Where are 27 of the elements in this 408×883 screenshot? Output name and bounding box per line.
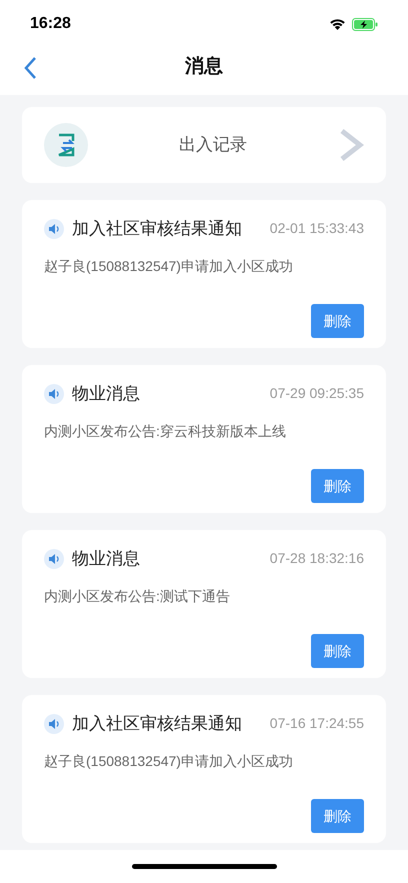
speaker-icon [44, 548, 64, 569]
delete-button[interactable]: 删除 [311, 799, 364, 833]
delete-button[interactable]: 删除 [311, 469, 364, 503]
speaker-icon [44, 714, 64, 734]
chevron-right-icon [338, 128, 364, 162]
message-time: 07-16 17:24:55 [270, 714, 364, 734]
message-title: 物业消息 [72, 548, 140, 570]
message-body: 赵子良(15088132547)申请加入小区成功 [44, 752, 294, 771]
message-body: 内测小区发布公告:测试下通告 [44, 586, 231, 606]
entry-record-card[interactable]: 出入记录 [22, 107, 386, 183]
message-title: 物业消息 [72, 383, 140, 405]
battery-icon [352, 18, 378, 30]
message-time: 02-01 15:33:43 [270, 219, 364, 238]
speaker-icon [44, 384, 64, 404]
delete-button[interactable]: 删除 [311, 634, 364, 668]
status-time: 16:28 [30, 14, 71, 34]
delete-button[interactable]: 删除 [311, 304, 364, 338]
message-time: 07-28 18:32:16 [270, 549, 364, 568]
message-title: 加入社区审核结果通知 [72, 218, 242, 240]
message-body: 赵子良(15088132547)申请加入小区成功 [44, 256, 294, 276]
speaker-icon [44, 218, 64, 239]
message-body: 内测小区发布公告:穿云科技新版本上线 [44, 422, 287, 440]
message-time: 07-29 09:25:35 [270, 384, 364, 404]
entry-record-label: 出入记录 [178, 134, 248, 156]
message-title: 加入社区审核结果通知 [72, 713, 242, 735]
page-title: 消息 [185, 55, 223, 80]
wifi-icon [329, 18, 346, 30]
